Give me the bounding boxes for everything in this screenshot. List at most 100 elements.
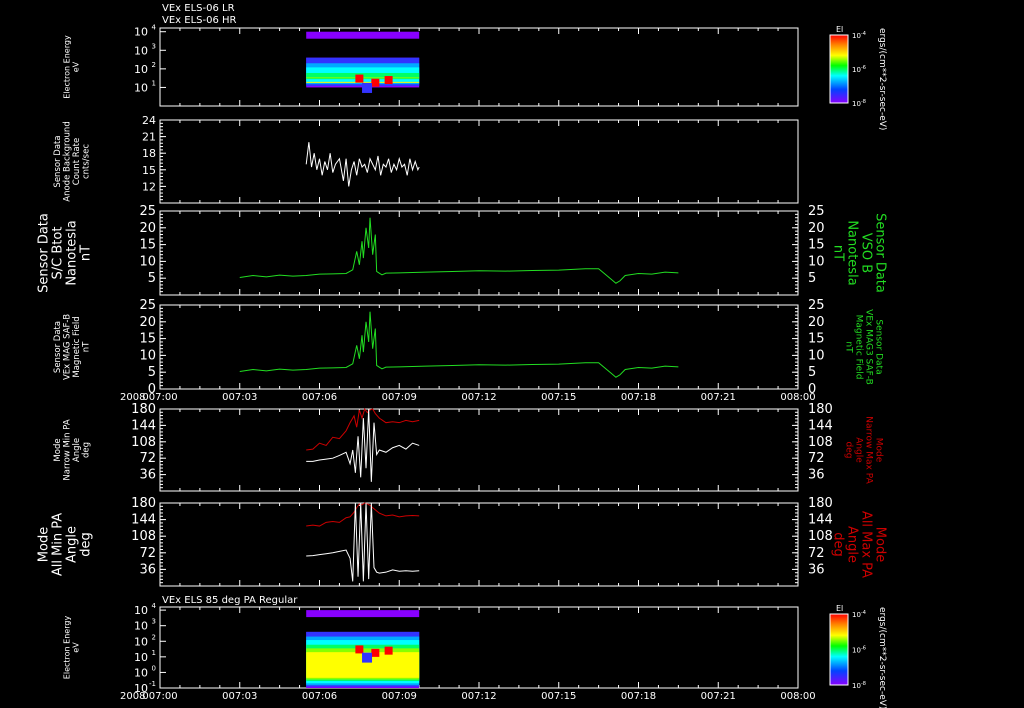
y-tick-label: 25 (139, 204, 156, 219)
y-tick-label: 10 (134, 81, 148, 94)
y-tick-label: 15 (139, 238, 156, 253)
heatmap-cell (384, 646, 393, 655)
time-tick-label: 008:00 (780, 392, 815, 403)
data-line-saf-b (239, 311, 679, 378)
y-axis-label-line: Mode (53, 438, 63, 461)
right-axis-label-line: Angle (845, 526, 860, 563)
y-tick-label: 10 (134, 620, 148, 633)
right-axis-label-line: Mode (873, 527, 888, 562)
right-axis-label-line: nT (844, 341, 854, 353)
y-tick-label-right: 180 (808, 496, 833, 511)
y-tick-label: 144 (131, 513, 156, 528)
y-axis-label-line: cnts/sec (82, 144, 92, 179)
y-tick-label-right: 108 (808, 435, 833, 450)
y-tick-label-right: 25 (808, 298, 825, 313)
y-tick-label-right: 36 (808, 562, 825, 577)
colorbar-label-exponent: -6 (861, 646, 866, 652)
y-tick-label: 10 (134, 651, 148, 664)
y-tick-label: 10 (139, 254, 156, 269)
y-axis-label-line: deg (82, 442, 92, 458)
right-axis-label-line: Nanotesla (845, 220, 860, 285)
y-axis-label-line: All Min PA (51, 513, 66, 576)
heatmap-cell (371, 648, 380, 657)
data-line-all-pa (306, 502, 420, 527)
y-tick-label: 5 (148, 271, 156, 286)
y-tick-label: 10 (134, 44, 148, 57)
y-tick-label: 15 (142, 164, 156, 177)
y-tick-label: 10 (134, 666, 148, 679)
y-tick-label: 36 (139, 562, 156, 577)
time-tick-label: 008:00 (780, 691, 815, 702)
y-axis-label-line: Angle (65, 526, 80, 563)
right-axis-label-line: Magnetic Field (854, 315, 864, 380)
y-axis-label-all-pa: Mode All Min PA Angle deg (37, 513, 94, 576)
y-axis-label-line: nT (79, 245, 94, 261)
right-axis-label-saf-b: Sensor DataVEx MAG3 SAF-BMagnetic Fieldn… (844, 309, 884, 385)
right-axis-label-line: Mode (874, 438, 884, 463)
y-tick-label-right: 10 (808, 348, 825, 363)
heatmap-cell (306, 610, 420, 618)
y-tick-label: 108 (131, 435, 156, 450)
y-tick-label-right: 5 (808, 271, 816, 286)
y-tick-exponent: 3 (152, 618, 156, 626)
y-tick-label: 20 (139, 221, 156, 236)
y-tick-label-right: 25 (808, 204, 825, 219)
right-axis-label-line: Sensor Data (873, 213, 888, 293)
y-axis-label-btot: Sensor Data S/C Btot Nanotesla nT (37, 213, 94, 293)
y-tick-label-right: 10 (808, 254, 825, 269)
time-tick-label: 007:09 (382, 691, 417, 702)
y-axis-label-line: Narrow Min PA (63, 419, 73, 480)
right-axis-label-line: VSO B (859, 233, 874, 273)
panel-frame-anode-bg (159, 119, 799, 204)
right-axis-label-line: Sensor Data (874, 319, 884, 374)
y-tick-label: 24 (142, 114, 156, 127)
colorbar-title: El (836, 604, 843, 613)
time-tick-label: 007:21 (701, 691, 736, 702)
y-axis-label-line: deg (79, 532, 94, 557)
footer-panel-title: VEx ELS 85 deg PA Regular (162, 595, 298, 606)
time-tick-label: 007:06 (302, 691, 337, 702)
y-tick-label: 180 (131, 402, 156, 417)
right-axis-label-narrow-pa: ModeNarrow Max PAAngledeg (844, 416, 884, 484)
y-axis-label-line: Electron Energy (63, 616, 72, 680)
y-tick-label: 36 (139, 468, 156, 483)
colorbar-label: 10 (852, 647, 861, 655)
time-tick-label: 007:03 (222, 392, 257, 403)
time-tick-label: 007:18 (621, 392, 656, 403)
y-tick-label-right: 144 (808, 513, 833, 528)
time-tick-label: 007:18 (621, 691, 656, 702)
y-tick-exponent: 1 (152, 79, 156, 87)
y-axis-label-line: eV (72, 642, 81, 653)
panel-frame-all-pa (159, 502, 799, 587)
y-axis-label-line: Magnetic Field (72, 316, 82, 377)
colorbar (829, 613, 849, 686)
data-line-anode-bg (305, 142, 420, 187)
time-tick-label: 007:09 (382, 392, 417, 403)
y-tick-label: 108 (131, 529, 156, 544)
y-tick-label: 21 (142, 131, 156, 144)
time-tick-label: 007:00 (142, 392, 177, 403)
y-tick-label-right: 20 (808, 315, 825, 330)
y-tick-label: 180 (131, 496, 156, 511)
y-axis-label-els-hr: Electron Energy eV (63, 35, 81, 99)
y-axis-label-line: nT (82, 341, 92, 352)
y-tick-label-right: 144 (808, 418, 833, 433)
y-axis-label-line: eV (72, 61, 81, 72)
header-line-2: VEx ELS-06 HR (162, 15, 237, 26)
colorbar-title: El (836, 25, 843, 34)
y-tick-exponent: -1 (149, 680, 156, 688)
right-axis-label-line: deg (844, 442, 854, 459)
time-tick-label: 007:06 (302, 392, 337, 403)
y-axis-label-line: VEx MAG SAF-B (63, 314, 73, 380)
time-tick-label: 007:12 (461, 691, 496, 702)
colorbar-label-exponent: -4 (861, 610, 866, 616)
colorbar-label: 10 (852, 682, 861, 690)
colorbar-label: 10 (852, 100, 861, 108)
heatmap-cell (362, 652, 373, 663)
y-tick-label: 10 (134, 26, 148, 39)
time-tick-label: 007:15 (541, 392, 576, 403)
y-tick-label: 20 (139, 315, 156, 330)
y-tick-label-right: 36 (808, 468, 825, 483)
y-tick-label: 10 (134, 604, 148, 617)
y-axis-label-line: Angle (72, 438, 82, 462)
